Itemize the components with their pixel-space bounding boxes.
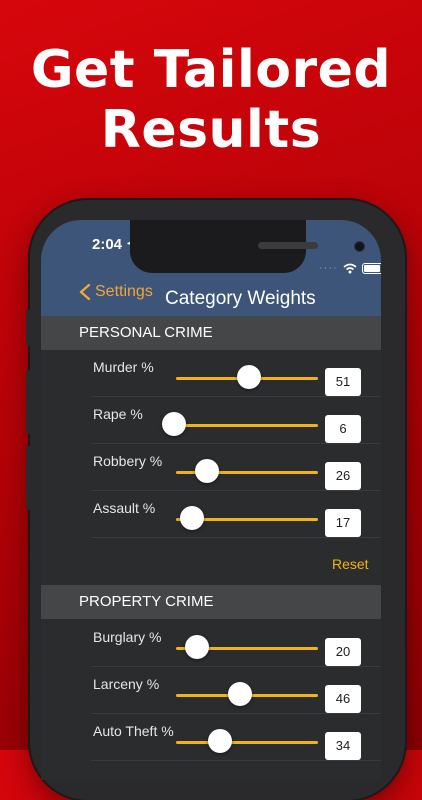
section-header-property-crime: PROPERTY CRIME [41, 585, 381, 619]
slider-thumb[interactable] [195, 459, 220, 483]
row-divider [91, 537, 381, 538]
headline-line-1: Get Tailored [30, 40, 392, 100]
phone-screen: 2:04 ···· Settings Category Weights PERS… [41, 220, 381, 780]
wifi-icon [343, 263, 357, 273]
value-field[interactable]: 51 [325, 368, 361, 396]
volume-down-button [26, 446, 31, 510]
slider-thumb[interactable] [185, 635, 210, 659]
row-divider [91, 760, 381, 761]
section-header-personal-crime: PERSONAL CRIME [41, 316, 381, 350]
slider-row-assault: Assault % 17 [41, 491, 381, 538]
status-icons: ···· [319, 262, 381, 274]
slider-thumb[interactable] [236, 365, 261, 389]
page-title: Category Weights [165, 288, 316, 309]
navigation-bar: 2:04 ···· Settings Category Weights [41, 220, 381, 316]
headline: Get Tailored Results [0, 40, 422, 160]
reset-button[interactable]: Reset [332, 556, 369, 572]
slider-track[interactable] [176, 741, 318, 744]
battery-icon [361, 262, 381, 274]
slider-row-murder: Murder % 51 [41, 350, 381, 397]
slider-thumb[interactable] [208, 729, 233, 753]
value-field[interactable]: 34 [325, 732, 361, 760]
slider-label: Auto Theft % [93, 723, 174, 739]
slider-row-auto-theft: Auto Theft % 34 [41, 714, 381, 761]
value-field[interactable]: 6 [325, 415, 361, 443]
status-time: 2:04 [92, 236, 123, 253]
slider-label: Rape % [93, 406, 143, 422]
headline-line-2: Results [100, 100, 322, 160]
front-camera [354, 241, 365, 252]
value-field[interactable]: 46 [325, 685, 361, 713]
slider-label: Murder % [93, 359, 154, 375]
value-field[interactable]: 26 [325, 462, 361, 490]
volume-up-button [26, 370, 31, 434]
slider-row-rape: Rape % 6 [41, 397, 381, 444]
slider-row-larceny: Larceny % 46 [41, 667, 381, 714]
back-button[interactable]: Settings [79, 283, 153, 301]
value-field[interactable]: 17 [325, 509, 361, 537]
slider-track[interactable] [176, 424, 318, 427]
slider-label: Assault % [93, 500, 156, 516]
notch [130, 220, 365, 273]
back-button-label: Settings [95, 283, 153, 300]
slider-label: Larceny % [93, 676, 160, 692]
signal-dots: ···· [319, 262, 338, 274]
slider-thumb[interactable] [180, 506, 205, 530]
slider-thumb[interactable] [161, 412, 186, 436]
slider-label: Robbery % [93, 453, 163, 469]
slider-label: Burglary % [93, 629, 162, 645]
speaker-grille [258, 242, 318, 249]
mute-switch [26, 310, 31, 346]
slider-thumb[interactable] [228, 682, 253, 706]
slider-row-robbery: Robbery % 26 [41, 444, 381, 491]
value-field[interactable]: 20 [325, 638, 361, 666]
chevron-left-icon [79, 284, 91, 300]
slider-row-burglary: Burglary % 20 [41, 620, 381, 667]
